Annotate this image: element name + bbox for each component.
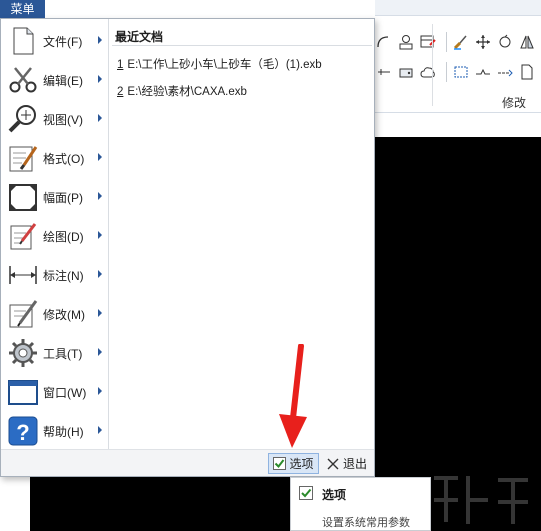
exit-button[interactable]: 退出 [323,453,371,474]
submenu-arrow-icon [98,309,102,317]
menu-item-view[interactable]: 视图(V) [3,101,106,137]
menu-item-label: 标注(N) [43,268,84,283]
menu-item-label: 帮助(H) [43,424,84,439]
checkbox-check-icon [299,486,313,500]
recent-file-path: E:\经验\素材\CAXA.exb [127,86,247,98]
menu-item-modify[interactable]: 修改(M) [3,296,106,332]
tooltip-title: 选项 [322,488,347,502]
mirror-icon[interactable] [518,33,536,51]
drive-icon[interactable] [397,63,415,81]
submenu-arrow-icon [98,270,102,278]
ribbon-row-bottom [375,60,541,84]
line-break-icon[interactable] [375,63,393,81]
ribbon-panel: 修改 [375,16,541,113]
menu-footer: 选项 退出 [1,449,374,476]
modify-icon [6,297,40,331]
window-icon [6,375,40,409]
exit-button-label: 退出 [342,457,367,471]
select-box-icon[interactable] [452,63,470,81]
menu-item-label: 工具(T) [43,346,83,361]
recent-documents-title: 最近文档 [115,30,164,44]
menu-divider [108,19,109,449]
submenu-arrow-icon [98,114,102,122]
red-arrow-annotation-icon [279,344,307,448]
ribbon-tab-strip [375,0,541,16]
menu-item-tools[interactable]: 工具(T) [3,335,106,371]
submenu-arrow-icon [98,75,102,83]
rotate-icon[interactable] [496,33,514,51]
options-button-label: 选项 [289,457,314,471]
scissors-icon [6,63,40,97]
recent-file-number: 1 [117,59,124,71]
menu-item-label: 修改(M) [43,307,85,322]
ribbon-row-top [375,30,541,54]
menu-item-edit[interactable]: 编辑(E) [3,62,106,98]
menu-item-label: 格式(O) [43,151,85,166]
file-icon [6,24,40,58]
menu-item-label: 文件(F) [43,34,83,49]
svg-text:?: ? [16,420,29,445]
menu-item-file[interactable]: 文件(F) [3,23,106,59]
menu-item-label: 绘图(D) [43,229,84,244]
menu-item-label: 窗口(W) [43,385,87,400]
trim-icon[interactable] [474,63,492,81]
recent-documents-divider [112,45,372,46]
menu-item-window[interactable]: 窗口(W) [3,374,106,410]
ribbon-group-modify-label: 修改 [502,96,527,110]
tooltip-description: 设置系统常用参数 [322,517,410,529]
options-button[interactable]: 选项 [268,453,319,474]
menu-panel: 文件(F) 编辑(E) 视图(V) 格式(O) 幅面(P) 绘图(D) 标注(N… [0,18,375,477]
recent-file-number: 2 [117,86,124,98]
submenu-arrow-icon [98,387,102,395]
menu-command-list: 文件(F) 编辑(E) 视图(V) 格式(O) 幅面(P) 绘图(D) 标注(N… [1,19,108,449]
page-icon[interactable] [518,63,536,81]
menu-item-label: 幅面(P) [43,190,83,205]
dimension-icon [6,258,40,292]
draw-pen-icon [6,219,40,253]
cloud-icon[interactable] [419,63,437,81]
menu-tab[interactable]: 菜单 [0,0,45,18]
recent-file-item[interactable]: 1 E:\工作\上砂小车\上砂车（毛）(1).exb [117,56,322,72]
ribbon-group-separator [432,24,433,106]
menu-item-dimension[interactable]: 标注(N) [3,257,106,293]
submenu-arrow-icon [98,231,102,239]
close-icon [327,458,339,469]
menu-item-label: 视图(V) [43,112,83,127]
menu-item-label: 编辑(E) [43,73,83,88]
arc-tool-icon[interactable] [375,33,393,51]
submenu-arrow-icon [98,153,102,161]
zoom-view-icon [6,102,40,136]
submenu-arrow-icon [98,192,102,200]
menu-item-format[interactable]: 格式(O) [3,140,106,176]
gear-icon [6,336,40,370]
help-icon: ? [6,414,40,448]
format-brush-icon [6,141,40,175]
user-query-icon[interactable] [397,33,415,51]
menu-item-sheet[interactable]: 幅面(P) [3,179,106,215]
move-icon[interactable] [474,33,492,51]
brush-tool-icon[interactable] [452,33,470,51]
recent-file-item[interactable]: 2 E:\经验\素材\CAXA.exb [117,83,247,99]
submenu-arrow-icon [98,426,102,434]
submenu-arrow-icon [98,348,102,356]
extend-icon[interactable] [496,63,514,81]
menu-item-help[interactable]: ? 帮助(H) [3,413,106,449]
sheet-frame-icon [6,180,40,214]
watermark-logo-icon [434,476,528,524]
options-tooltip: 选项 设置系统常用参数 [290,477,431,531]
menu-item-draw[interactable]: 绘图(D) [3,218,106,254]
recent-file-path: E:\工作\上砂小车\上砂车（毛）(1).exb [127,59,322,71]
table-edit-icon[interactable] [419,33,437,51]
checkbox-check-icon [273,457,287,470]
submenu-arrow-icon [98,36,102,44]
